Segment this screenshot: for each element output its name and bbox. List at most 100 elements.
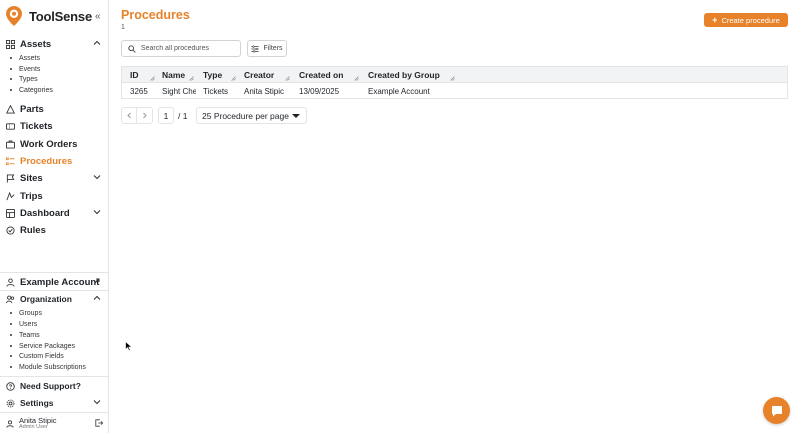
collapse-sidebar-icon[interactable]: « [95, 11, 101, 22]
sidebar-item-label: Dashboard [20, 207, 70, 219]
column-header-label: Type [203, 70, 223, 80]
sidebar-subitem-custom-fields[interactable]: Custom Fields [10, 351, 64, 361]
resize-handle-icon[interactable] [354, 76, 359, 81]
help-icon [6, 381, 15, 391]
sidebar-item-label: Organization [20, 294, 72, 304]
sidebar-item-label: Sites [20, 172, 43, 184]
column-header-id[interactable]: ID [130, 67, 156, 83]
search-input[interactable] [140, 45, 240, 52]
per-page-value: 25 Procedure per page [202, 110, 289, 121]
create-procedure-label: Create procedure [721, 15, 780, 25]
chevron-down-icon[interactable] [93, 398, 101, 406]
pagination-nav [121, 107, 153, 124]
column-header-label: Created on [299, 70, 344, 80]
column-header-name[interactable]: Name [162, 67, 196, 83]
resize-handle-icon[interactable] [450, 76, 455, 81]
sidebar-item-procedures[interactable]: Procedures [0, 153, 108, 169]
sidebar-subitem-module-subscriptions[interactable]: Module Subscriptions [10, 362, 86, 372]
user-role: Admin User [19, 424, 48, 430]
sidebar-item-support[interactable]: Need Support? [0, 378, 108, 394]
ticket-icon [6, 122, 15, 131]
sidebar-divider [0, 376, 108, 377]
resize-handle-icon[interactable] [285, 76, 290, 81]
filters-button[interactable]: Filters [247, 40, 287, 57]
sidebar-item-assets[interactable]: Assets [0, 36, 108, 52]
external-link-icon[interactable] [93, 277, 101, 285]
sidebar-subitem-assets[interactable]: Assets [10, 53, 40, 63]
sidebar-divider [0, 412, 108, 413]
cell-name[interactable]: Sight Che [162, 84, 196, 98]
logout-icon[interactable] [95, 418, 104, 427]
sidebar-item-label: Need Support? [20, 381, 81, 391]
resize-handle-icon[interactable] [231, 76, 236, 81]
page-total: / 1 [178, 110, 188, 121]
sidebar-item-label: Trips [20, 190, 43, 202]
chevron-up-icon[interactable] [93, 39, 101, 47]
organization-icon [6, 295, 15, 304]
resize-handle-icon[interactable] [189, 76, 194, 81]
dashboard-icon [6, 208, 15, 218]
cell-created-on: 13/09/2025 [299, 86, 340, 96]
sidebar-item-label: Procedures [20, 155, 73, 167]
chevron-down-icon[interactable] [93, 173, 101, 181]
cell-creator: Anita Stipic [244, 86, 285, 96]
sidebar-item-parts[interactable]: Parts [0, 101, 108, 117]
brand[interactable]: ToolSense [5, 4, 109, 28]
sidebar-item-tickets[interactable]: Tickets [0, 118, 108, 134]
sidebar-item-sites[interactable]: Sites [0, 170, 108, 186]
per-page-select[interactable]: 25 Procedure per page [196, 107, 307, 124]
resize-handle-icon[interactable] [150, 76, 155, 81]
sidebar-subitem-events[interactable]: Events [10, 64, 40, 74]
sidebar-item-work-orders[interactable]: Work Orders [0, 136, 108, 152]
user-icon [6, 419, 14, 428]
column-header-type[interactable]: Type [203, 67, 238, 83]
column-header-label: Creator [244, 70, 275, 80]
filter-icon [251, 44, 260, 53]
sidebar-item-label: Example Account [20, 276, 100, 288]
sidebar-subitem-service-packages[interactable]: Service Packages [10, 341, 75, 351]
chevron-right-icon [143, 112, 147, 119]
prev-page-button[interactable] [122, 108, 138, 123]
list-icon [6, 156, 15, 166]
sidebar-item-dashboard[interactable]: Dashboard [0, 205, 108, 221]
column-header-creator[interactable]: Creator [244, 67, 292, 83]
toolsense-logo-icon [5, 5, 23, 27]
mouse-cursor-icon [125, 340, 133, 352]
column-header-created-on[interactable]: Created on [299, 67, 361, 83]
caret-down-icon [292, 114, 300, 118]
chevron-left-icon [126, 112, 131, 119]
flag-icon [6, 173, 15, 183]
sidebar-item-label: Work Orders [20, 138, 78, 150]
page-number-input[interactable]: 1 [158, 107, 174, 124]
sidebar-item-organization[interactable]: Organization [0, 291, 108, 307]
sidebar-divider [0, 272, 108, 273]
sidebar-subitem-categories[interactable]: Categories [10, 85, 53, 95]
chevron-up-icon[interactable] [93, 294, 101, 302]
sidebar-item-rules[interactable]: Rules [0, 222, 108, 238]
trips-icon [6, 191, 15, 201]
cell-type: Tickets [203, 86, 229, 96]
sidebar-subitem-teams[interactable]: Teams [10, 330, 40, 340]
column-header-label: ID [130, 70, 139, 80]
sidebar-item-settings[interactable]: Settings [0, 395, 108, 411]
chevron-down-icon[interactable] [93, 208, 101, 216]
search-box[interactable] [121, 40, 241, 57]
chat-launcher-button[interactable] [763, 397, 790, 424]
create-procedure-button[interactable]: + Create procedure [704, 13, 788, 27]
cell-id: 3265 [130, 86, 148, 96]
sidebar-item-account[interactable]: Example Account [0, 274, 108, 290]
column-header-label: Created by Group [368, 70, 440, 80]
next-page-button[interactable] [137, 108, 152, 123]
procedure-count: 1 [121, 24, 125, 31]
sidebar-subitem-groups[interactable]: Groups [10, 308, 42, 318]
page-title: Procedures [121, 8, 190, 22]
sidebar-item-label: Assets [20, 38, 52, 50]
sidebar-item-trips[interactable]: Trips [0, 188, 108, 204]
gear-icon [6, 399, 15, 408]
column-header-created-by-group[interactable]: Created by Group [368, 67, 456, 83]
cell-created-by-group: Example Account [368, 86, 430, 96]
sidebar-item-label: Parts [20, 103, 44, 115]
sidebar-subitem-users[interactable]: Users [10, 319, 37, 329]
sidebar-subitem-types[interactable]: Types [10, 74, 38, 84]
table-header: ID Name Type Creator Created on Created … [122, 67, 787, 83]
